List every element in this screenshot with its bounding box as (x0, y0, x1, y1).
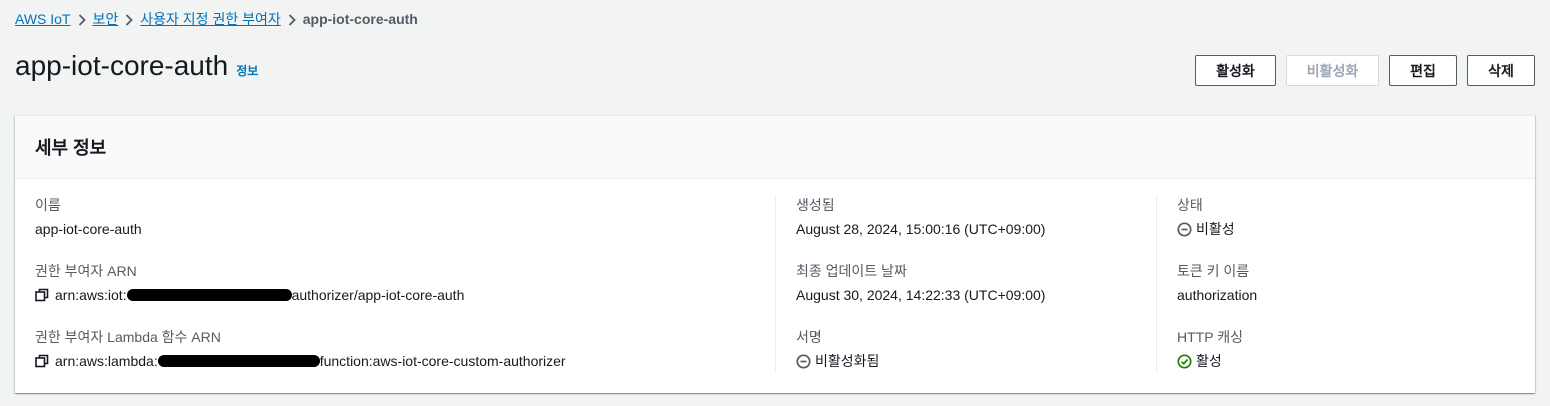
authorizer-arn-value: arn:aws:iot: authorizer/app-iot-core-auth (35, 285, 775, 305)
copy-icon[interactable] (35, 288, 49, 302)
details-panel-header: 세부 정보 (15, 116, 1535, 179)
status-value: 비활성 (1177, 219, 1537, 239)
lambda-arn-field: 권한 부여자 Lambda 함수 ARN arn:aws:lambda: func… (35, 327, 775, 393)
http-cache-label: HTTP 캐싱 (1177, 329, 1243, 345)
signing-value: 비활성화됨 (796, 351, 1176, 371)
lambda-arn-prefix: arn:aws:lambda: (55, 353, 158, 369)
updated-value: August 30, 2024, 14:22:33 (UTC+09:00) (796, 287, 1046, 303)
signing-label: 서명 (796, 329, 822, 345)
token-key-value: authorization (1177, 287, 1258, 303)
token-key-field: 토큰 키 이름 authorization (1177, 261, 1537, 327)
authorizer-arn-field: 권한 부여자 ARN arn:aws:iot: authorizer/app-io… (35, 261, 775, 327)
deactivate-button[interactable]: 비활성화 (1286, 55, 1379, 86)
chevron-right-icon (118, 10, 140, 28)
page: AWS IoT 보안 사용자 지정 권한 부여자 app-iot-core-au… (0, 0, 1550, 406)
created-label: 생성됨 (796, 197, 835, 213)
details-columns: 이름 app-iot-core-auth 권한 부여자 ARN arn:aws:… (15, 179, 1535, 393)
signing-field: 서명 비활성화됨 (796, 327, 1176, 393)
http-cache-text: 활성 (1196, 353, 1222, 369)
breadcrumb-custom-authorizers[interactable]: 사용자 지정 권한 부여자 (140, 10, 280, 28)
chevron-right-icon (281, 10, 303, 28)
authorizer-arn-suffix: authorizer/app-iot-core-auth (291, 287, 465, 303)
created-value: August 28, 2024, 15:00:16 (UTC+09:00) (796, 221, 1046, 237)
breadcrumb-aws-iot[interactable]: AWS IoT (15, 10, 71, 28)
details-column-2: 생성됨 August 28, 2024, 15:00:16 (UTC+09:00… (775, 195, 1176, 373)
edit-button[interactable]: 편집 (1389, 55, 1457, 86)
lambda-arn-label: 권한 부여자 Lambda 함수 ARN (35, 329, 221, 345)
details-column-1: 이름 app-iot-core-auth 권한 부여자 ARN arn:aws:… (35, 195, 775, 373)
check-circle-icon (1177, 353, 1192, 369)
lambda-arn-value: arn:aws:lambda: function:aws-iot-core-cus… (35, 351, 775, 371)
page-header: app-iot-core-auth 정보 (15, 50, 258, 82)
details-title: 세부 정보 (35, 138, 107, 158)
minus-circle-icon (796, 353, 811, 369)
name-label: 이름 (35, 197, 61, 213)
details-panel: 세부 정보 이름 app-iot-core-auth 권한 부여자 ARN ar… (15, 115, 1535, 393)
minus-circle-icon (1177, 221, 1192, 237)
updated-label: 최종 업데이트 날짜 (796, 263, 907, 279)
page-title: app-iot-core-auth (15, 50, 229, 81)
name-field: 이름 app-iot-core-auth (35, 195, 775, 261)
updated-field: 최종 업데이트 날짜 August 30, 2024, 14:22:33 (UT… (796, 261, 1176, 327)
breadcrumb-security[interactable]: 보안 (93, 10, 119, 28)
activate-button[interactable]: 활성화 (1195, 55, 1276, 86)
delete-button[interactable]: 삭제 (1467, 55, 1535, 86)
http-cache-field: HTTP 캐싱 활성 (1177, 327, 1537, 393)
token-key-label: 토큰 키 이름 (1177, 263, 1250, 279)
copy-icon[interactable] (35, 354, 49, 368)
lambda-arn-suffix: function:aws-iot-core-custom-authorizer (319, 353, 566, 369)
breadcrumb: AWS IoT 보안 사용자 지정 권한 부여자 app-iot-core-au… (15, 10, 418, 28)
status-field: 상태 비활성 (1177, 195, 1537, 261)
details-column-3: 상태 비활성 토큰 키 이름 authorization HTTP 캐싱 활성 (1156, 195, 1537, 373)
status-text: 비활성 (1196, 221, 1235, 237)
redacted-block (126, 289, 292, 301)
authorizer-arn-label: 권한 부여자 ARN (35, 263, 137, 279)
authorizer-arn-prefix: arn:aws:iot: (55, 287, 127, 303)
chevron-right-icon (71, 10, 93, 28)
action-buttons: 활성화 비활성화 편집 삭제 (1195, 55, 1535, 86)
http-cache-value: 활성 (1177, 351, 1537, 371)
signing-status-text: 비활성화됨 (815, 353, 880, 369)
created-field: 생성됨 August 28, 2024, 15:00:16 (UTC+09:00… (796, 195, 1176, 261)
redacted-block (157, 355, 320, 367)
status-label: 상태 (1177, 197, 1203, 213)
breadcrumb-current: app-iot-core-auth (302, 11, 418, 27)
name-value: app-iot-core-auth (35, 221, 142, 237)
info-link[interactable]: 정보 (236, 62, 258, 79)
